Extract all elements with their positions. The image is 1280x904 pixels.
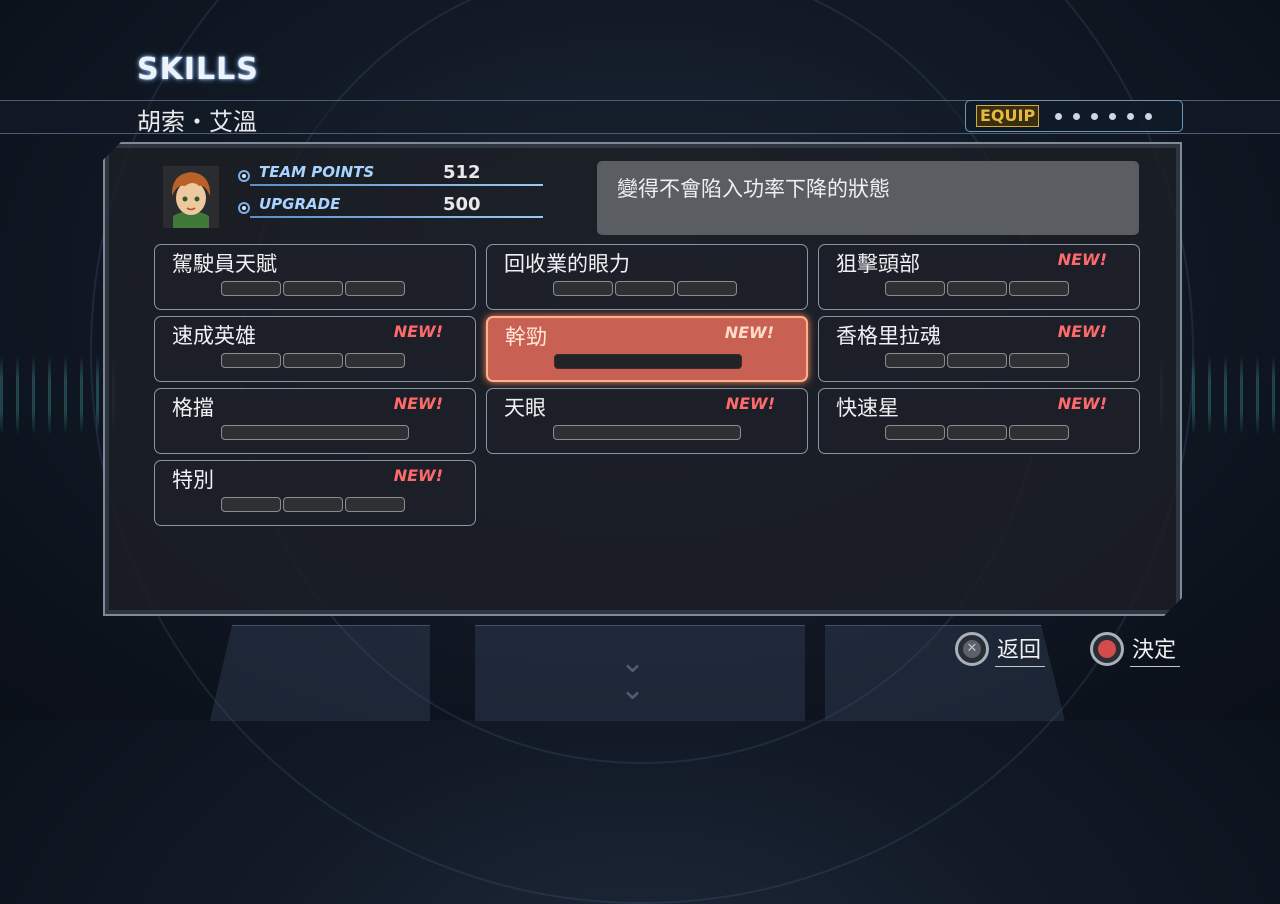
skill-name: 幹勁: [505, 325, 547, 349]
new-badge: NEW!: [724, 323, 774, 342]
skill-description: 變得不會陷入功率下降的狀態: [617, 177, 890, 201]
pilot-avatar: [163, 166, 219, 228]
skill-card[interactable]: 速成英雄 NEW!: [154, 316, 476, 382]
level-segment: [615, 281, 675, 296]
new-badge: NEW!: [1057, 250, 1107, 269]
page-dots: [1055, 112, 1153, 120]
skill-card[interactable]: 特別 NEW!: [154, 460, 476, 526]
skill-name: 特別: [172, 468, 214, 492]
skill-level-bar: [553, 281, 737, 296]
new-badge: NEW!: [393, 394, 443, 413]
divider: [250, 184, 543, 186]
skill-level-bar: [554, 354, 742, 369]
page-dot: [1055, 112, 1063, 120]
level-segment: [221, 497, 281, 512]
skill-level-bar: [885, 281, 1069, 296]
new-badge: NEW!: [393, 466, 443, 485]
skill-name: 速成英雄: [172, 324, 256, 348]
level-segment: [553, 425, 741, 440]
upgrade-value: 500: [443, 194, 481, 215]
level-segment: [885, 425, 945, 440]
level-segment: [221, 353, 281, 368]
level-segment: [283, 497, 343, 512]
skill-card[interactable]: 回收業的眼力: [486, 244, 808, 310]
skill-name: 香格里拉魂: [836, 324, 941, 348]
divider: [250, 216, 543, 218]
skill-level-bar: [221, 281, 405, 296]
page-dot: [1073, 112, 1081, 120]
new-badge: NEW!: [725, 394, 775, 413]
level-segment: [554, 354, 742, 369]
skill-level-bar: [553, 425, 741, 440]
level-segment: [947, 353, 1007, 368]
circle-button-icon: [1090, 632, 1124, 666]
skill-level-bar: [885, 353, 1069, 368]
skill-level-bar: [221, 497, 405, 512]
skill-card[interactable]: 天眼 NEW!: [486, 388, 808, 454]
level-segment: [677, 281, 737, 296]
level-segment: [221, 425, 409, 440]
floor-panel-left: [210, 625, 430, 721]
team-points-label: TEAM POINTS: [259, 163, 375, 181]
page-dot: [1127, 112, 1135, 120]
level-segment: [1009, 281, 1069, 296]
skill-name: 狙擊頭部: [836, 252, 920, 276]
page-dot: [1145, 112, 1153, 120]
new-badge: NEW!: [1057, 394, 1107, 413]
confirm-button[interactable]: 決定: [1090, 627, 1181, 671]
new-badge: NEW!: [393, 322, 443, 341]
level-segment: [345, 497, 405, 512]
confirm-label: 決定: [1130, 632, 1181, 667]
skill-name: 天眼: [504, 396, 546, 420]
skill-name: 快速星: [836, 396, 899, 420]
level-segment: [283, 281, 343, 296]
skill-card[interactable]: 狙擊頭部 NEW!: [818, 244, 1140, 310]
skill-level-bar: [221, 425, 409, 440]
equip-label: EQUIP: [976, 105, 1040, 127]
team-points-row: TEAM POINTS 512: [238, 161, 548, 189]
bullet-icon: [238, 202, 250, 214]
team-points-value: 512: [443, 162, 481, 183]
level-segment: [345, 281, 405, 296]
skill-card[interactable]: 駕駛員天賦: [154, 244, 476, 310]
skill-name: 駕駛員天賦: [172, 252, 277, 276]
screen-title: SKILLS: [137, 52, 259, 87]
level-segment: [947, 425, 1007, 440]
page-dot: [1091, 112, 1099, 120]
level-segment: [345, 353, 405, 368]
left-tick-decoration: [0, 355, 120, 435]
bullet-icon: [238, 170, 250, 182]
level-segment: [1009, 353, 1069, 368]
skill-name: 回收業的眼力: [504, 252, 630, 276]
skill-name: 格擋: [172, 396, 214, 420]
skill-card[interactable]: 香格里拉魂 NEW!: [818, 316, 1140, 382]
level-segment: [885, 353, 945, 368]
level-segment: [221, 281, 281, 296]
skill-card[interactable]: 快速星 NEW!: [818, 388, 1140, 454]
back-button[interactable]: ✕ 返回: [955, 627, 1046, 671]
level-segment: [553, 281, 613, 296]
pilot-name: 胡索・艾溫: [137, 108, 257, 136]
skill-card[interactable]: 格擋 NEW!: [154, 388, 476, 454]
upgrade-label: UPGRADE: [259, 195, 341, 213]
upgrade-row: UPGRADE 500: [238, 193, 548, 221]
chevron-down-icon: ⌄: [620, 672, 646, 707]
skill-description-box: 變得不會陷入功率下降的狀態: [597, 161, 1139, 235]
level-segment: [885, 281, 945, 296]
equip-tab[interactable]: EQUIP: [965, 100, 1183, 132]
level-segment: [947, 281, 1007, 296]
cross-button-icon: ✕: [955, 632, 989, 666]
page-dot: [1109, 112, 1117, 120]
skill-card[interactable]: 幹勁 NEW!: [486, 316, 808, 382]
level-segment: [1009, 425, 1069, 440]
skill-level-bar: [885, 425, 1069, 440]
new-badge: NEW!: [1057, 322, 1107, 341]
skill-level-bar: [221, 353, 405, 368]
back-label: 返回: [995, 632, 1046, 667]
level-segment: [283, 353, 343, 368]
